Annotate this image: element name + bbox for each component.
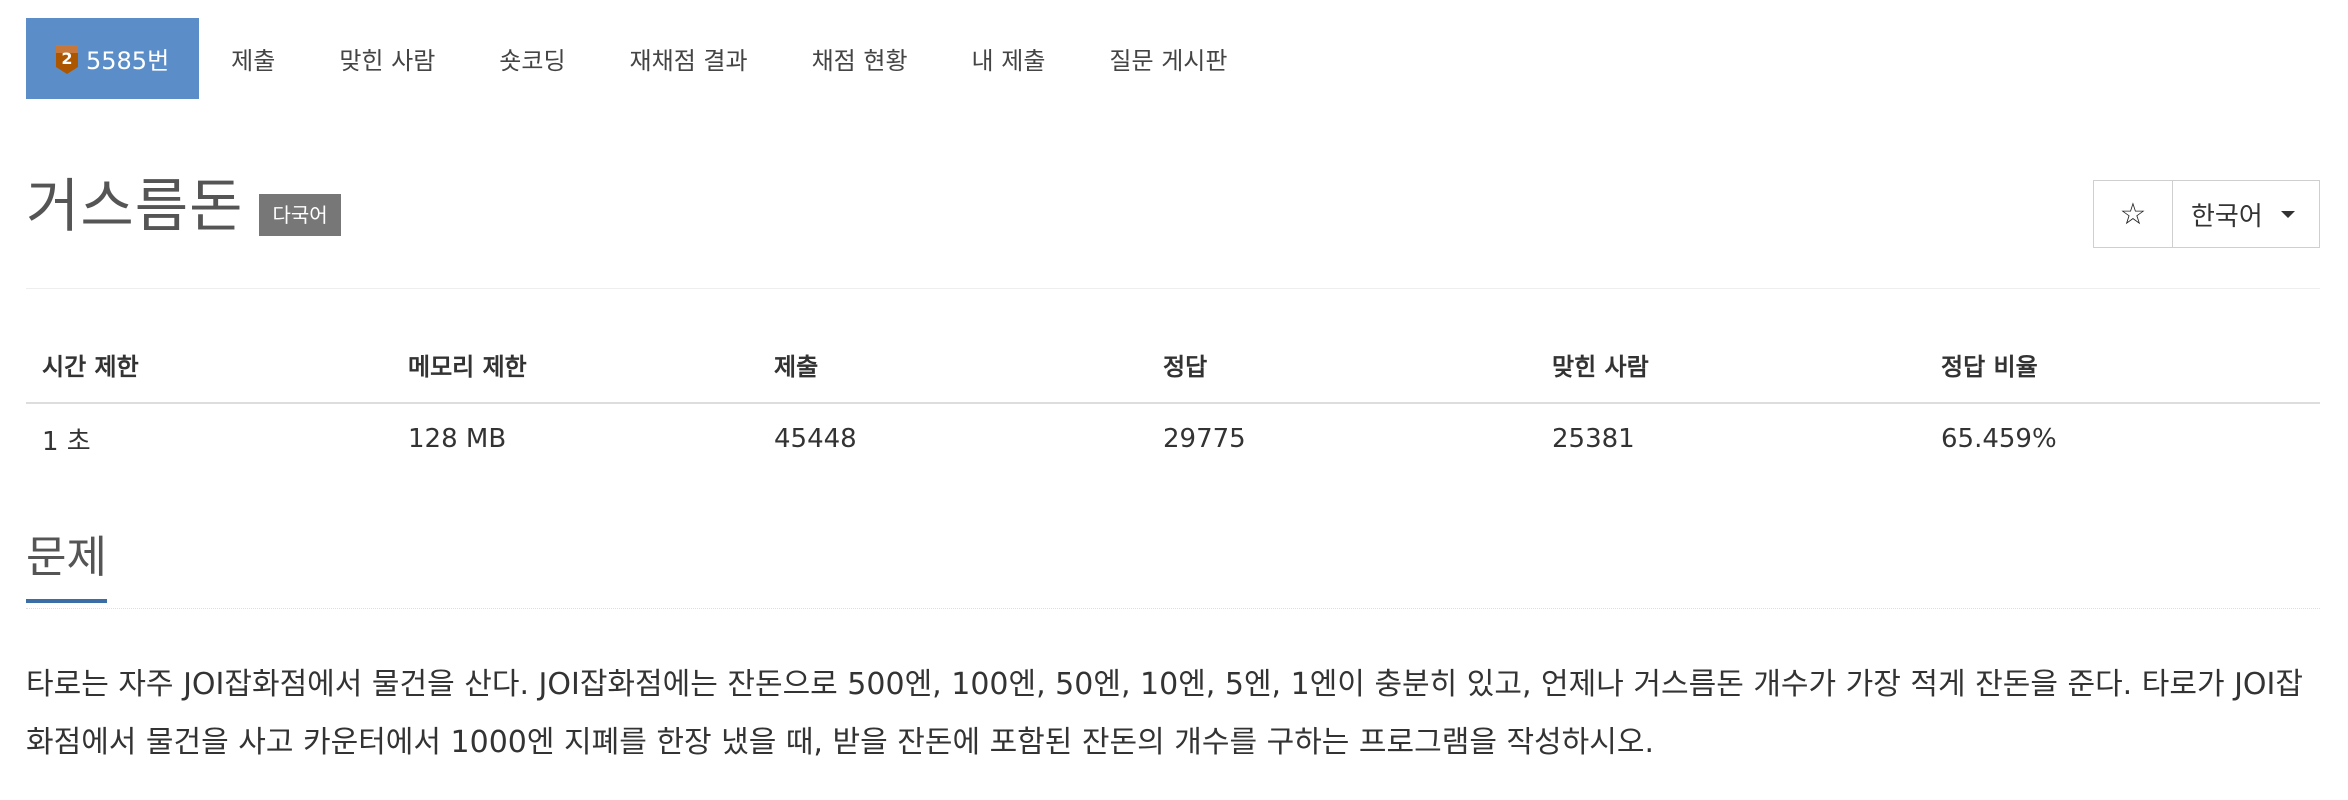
- value-accepted: 29775: [1163, 424, 1246, 454]
- tier-badge-icon: 2: [54, 43, 80, 75]
- header-solvers: 맞힌 사람: [1552, 352, 1649, 381]
- tab-problem-label: 5585번: [86, 47, 170, 75]
- tab-rejudge-results[interactable]: 재채점 결과: [598, 18, 780, 99]
- problem-section-header: 문제: [26, 532, 2320, 609]
- header-submissions: 제출: [774, 352, 819, 381]
- title-row: 거스름돈 다국어: [26, 176, 341, 236]
- page-title: 거스름돈: [26, 172, 244, 240]
- star-icon: ☆: [2119, 196, 2147, 232]
- star-button[interactable]: ☆: [2094, 181, 2173, 247]
- problem-description: 타로는 자주 JOI잡화점에서 물건을 산다. JOI잡화점에는 잔돈으로 50…: [26, 667, 2303, 760]
- multilang-tag: 다국어: [259, 194, 341, 236]
- language-dropdown[interactable]: 한국어: [2173, 181, 2319, 247]
- info-header-row: 시간 제한 메모리 제한 제출 정답 맞힌 사람 정답 비율: [26, 326, 2320, 404]
- problem-page: 2 5585번 제출 맞힌 사람 숏코딩 재채점 결과 채점 현황 내 제출 질…: [0, 0, 2348, 800]
- caret-down-icon: [2280, 210, 2295, 218]
- problem-menu-tabs: 2 5585번 제출 맞힌 사람 숏코딩 재채점 결과 채점 현황 내 제출 질…: [26, 18, 1259, 99]
- tab-submit[interactable]: 제출: [199, 18, 307, 99]
- tab-status[interactable]: 채점 현황: [780, 18, 940, 99]
- header-accept-ratio: 정답 비율: [1941, 352, 2038, 381]
- tab-short-coding[interactable]: 숏코딩: [467, 18, 597, 99]
- section-divider: [26, 608, 2320, 609]
- tab-question-board[interactable]: 질문 게시판: [1077, 18, 1259, 99]
- section-title: 문제: [26, 532, 107, 603]
- problem-info-table: 시간 제한 메모리 제한 제출 정답 맞힌 사람 정답 비율 1 초 128 M…: [26, 326, 2320, 474]
- tab-solvers[interactable]: 맞힌 사람: [307, 18, 467, 99]
- info-value-row: 1 초 128 MB 45448 29775 25381 65.459%: [26, 404, 2320, 474]
- title-divider: [26, 288, 2320, 289]
- value-submissions: 45448: [774, 424, 857, 454]
- header-memory-limit: 메모리 제한: [408, 352, 527, 381]
- title-tools: ☆ 한국어: [2093, 180, 2320, 248]
- value-accept-ratio: 65.459%: [1941, 424, 2057, 454]
- value-solvers: 25381: [1552, 424, 1635, 454]
- tab-problem[interactable]: 2 5585번: [26, 18, 200, 99]
- tab-my-submissions[interactable]: 내 제출: [940, 18, 1078, 99]
- value-memory-limit: 128 MB: [408, 424, 507, 454]
- value-time-limit: 1 초: [42, 426, 91, 457]
- language-label: 한국어: [2191, 201, 2263, 232]
- header-accepted: 정답: [1163, 352, 1208, 381]
- tier-badge-number: 2: [61, 49, 72, 68]
- header-time-limit: 시간 제한: [42, 352, 139, 381]
